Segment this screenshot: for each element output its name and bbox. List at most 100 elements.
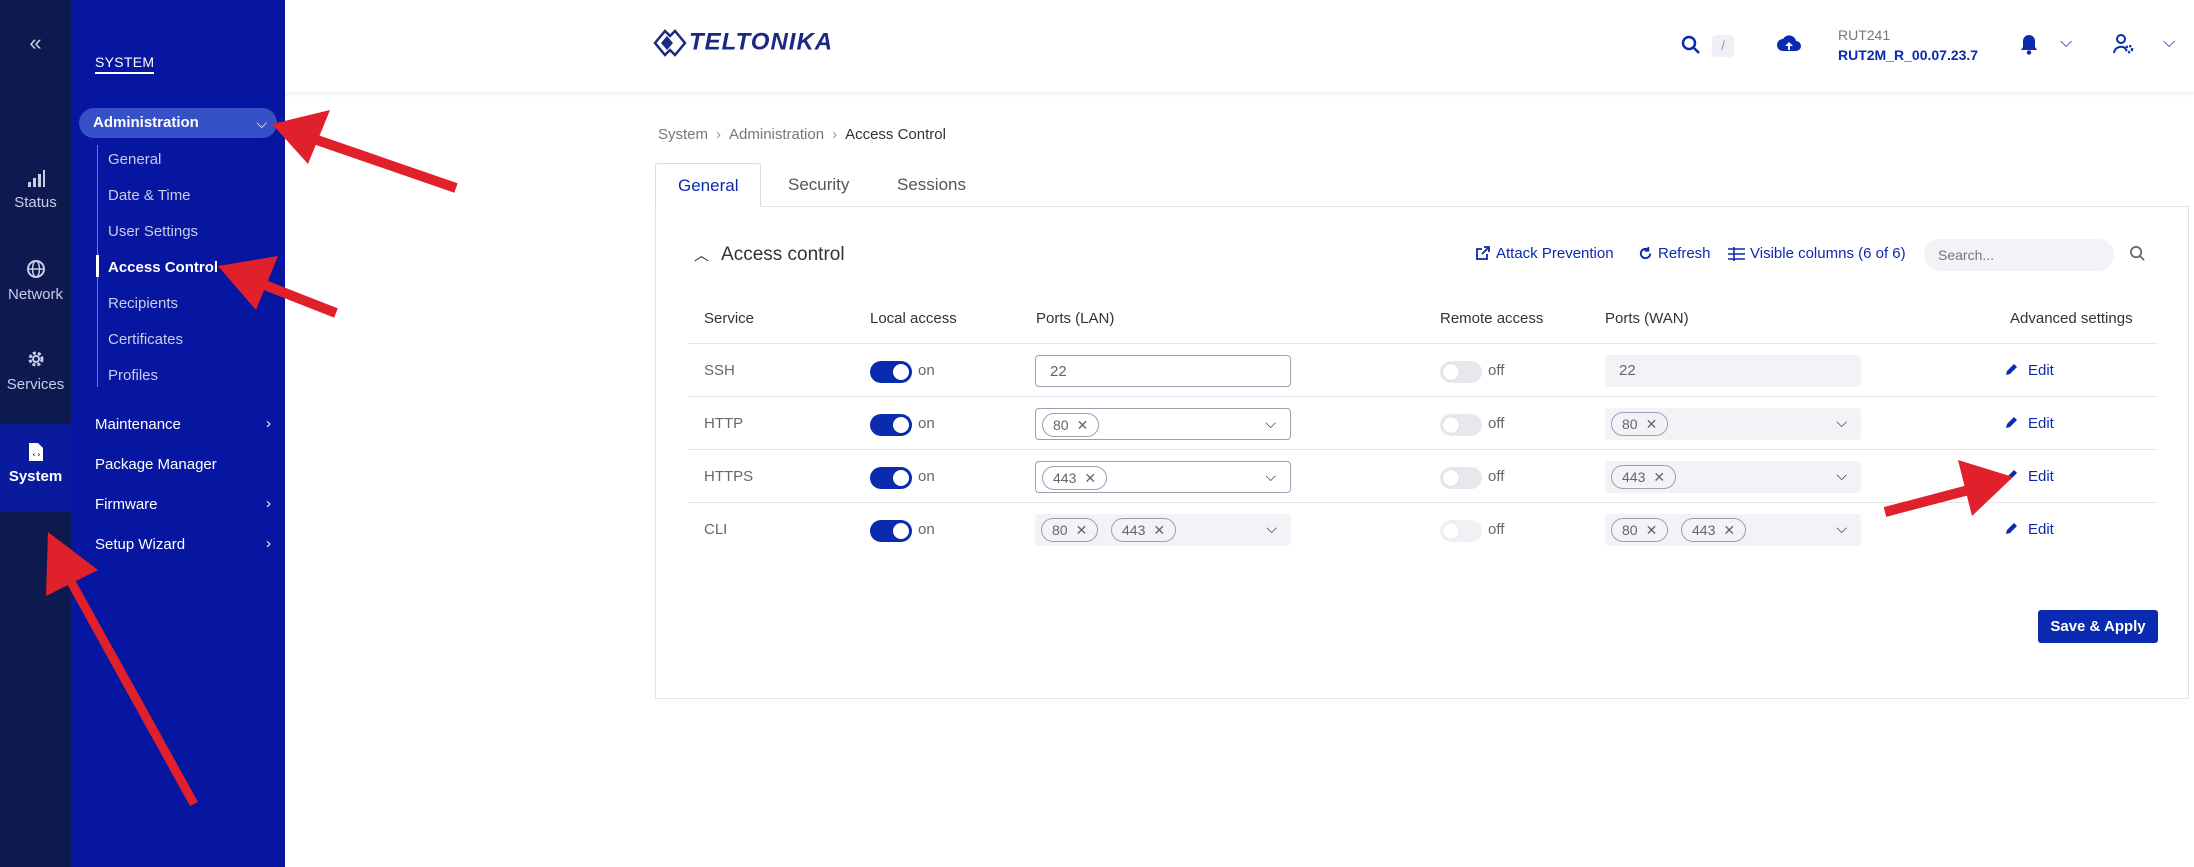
chevron-right-icon: › [266, 535, 271, 552]
close-icon: ✕ [1645, 522, 1658, 538]
sidebar-item-firmware[interactable]: Firmware › [95, 495, 271, 513]
pencil-icon [2006, 470, 2017, 481]
close-icon[interactable]: ✕ [1077, 417, 1089, 433]
tab-general[interactable]: General [655, 163, 762, 207]
local-access-toggle[interactable] [870, 414, 912, 436]
local-access-state: on [918, 521, 935, 538]
attack-prevention-link[interactable]: Attack Prevention [1475, 245, 1614, 262]
chevron-down-icon[interactable]: ⌵ [2060, 34, 2072, 52]
sidebar-item-label: Package Manager [95, 456, 217, 473]
chevron-down-icon[interactable]: ⌵ [2163, 34, 2175, 52]
edit-label: Edit [2028, 415, 2054, 432]
gear-icon [28, 351, 43, 367]
sidebar-item-label: Firmware [95, 496, 158, 513]
icon-rail: « Status Network Services ‹› System [0, 0, 71, 867]
sidebar-group-label: Administration [93, 114, 199, 131]
port-chip: 80 ✕ [1611, 412, 1669, 436]
chip-value: 443 [1692, 522, 1716, 538]
close-icon: ✕ [1645, 416, 1658, 432]
local-access-toggle[interactable] [870, 467, 912, 489]
lan-port-select[interactable]: 80 ✕ ⌵ [1035, 408, 1291, 440]
sidebar-item-recipients[interactable]: Recipients [108, 295, 178, 312]
edit-button[interactable]: Edit [2004, 468, 2054, 485]
teltonika-logo[interactable]: TELTONIKA [653, 28, 833, 58]
wan-port-select: 80 ✕ 443 ✕ ⌵ [1605, 514, 1861, 546]
refresh-label: Refresh [1658, 245, 1711, 262]
port-chip: 443 ✕ [1042, 466, 1108, 490]
search-shortcut-key: / [1712, 35, 1734, 57]
edit-button[interactable]: Edit [2004, 415, 2054, 432]
search-icon[interactable] [2129, 245, 2146, 262]
globe-icon [26, 260, 45, 278]
active-indicator [96, 255, 99, 277]
remote-access-toggle[interactable] [1440, 414, 1482, 436]
chevron-down-icon[interactable]: ⌵ [1265, 415, 1276, 432]
chip-value: 443 [1053, 470, 1077, 486]
sidebar-item-access-control[interactable]: Access Control [108, 259, 218, 276]
sidebar-item-package-manager[interactable]: Package Manager [95, 456, 271, 473]
sidebar-group-administration[interactable]: Administration ⌵ [79, 108, 277, 138]
breadcrumb-administration[interactable]: Administration [729, 126, 824, 143]
visible-columns-button[interactable]: Visible columns (6 of 6) [1728, 245, 1906, 262]
edit-label: Edit [2028, 468, 2054, 485]
column-header-service: Service [704, 310, 755, 327]
rail-label-system: System [8, 468, 63, 485]
refresh-button[interactable]: Refresh [1638, 245, 1711, 262]
chip-value: 80 [1622, 416, 1638, 432]
chip-value: 80 [1622, 522, 1638, 538]
chip-value: 80 [1052, 522, 1068, 538]
local-access-toggle[interactable] [870, 361, 912, 383]
edit-button[interactable]: Edit [2004, 521, 2054, 538]
sidebar-item-certificates[interactable]: Certificates [108, 331, 183, 348]
row-divider [688, 502, 2158, 503]
service-name: HTTPS [704, 468, 754, 485]
table-search-input[interactable] [1924, 239, 2114, 271]
lan-port-select[interactable]: 443 ✕ ⌵ [1035, 461, 1291, 493]
sidebar-item-date-time[interactable]: Date & Time [108, 187, 191, 204]
rail-item-network[interactable]: Network [0, 258, 71, 346]
local-access-toggle[interactable] [870, 520, 912, 542]
columns-icon [1728, 247, 1745, 261]
service-name: HTTP [704, 415, 744, 432]
bell-icon[interactable] [2019, 33, 2039, 55]
rail-item-status[interactable]: Status [0, 168, 71, 256]
rail-item-system[interactable]: ‹› System [0, 424, 71, 512]
chevron-down-icon[interactable]: ⌵ [1265, 468, 1276, 485]
chevron-right-icon: › [716, 126, 722, 143]
close-icon[interactable]: ✕ [1084, 470, 1096, 486]
edit-label: Edit [2028, 521, 2054, 538]
collapse-sidebar-icon[interactable]: « [0, 30, 71, 56]
remote-access-state: off [1488, 468, 1505, 485]
rail-label-status: Status [14, 194, 57, 211]
sidebar-item-user-settings[interactable]: User Settings [108, 223, 198, 240]
lan-port-input[interactable]: 22 [1035, 355, 1291, 387]
chevron-right-icon: › [832, 126, 838, 143]
remote-access-toggle[interactable] [1440, 467, 1482, 489]
wan-port-select: 443 ✕ ⌵ [1605, 461, 1861, 493]
pencil-icon [2006, 523, 2017, 534]
sidebar-item-profiles[interactable]: Profiles [108, 367, 158, 384]
card-header[interactable]: ︿ Access control [694, 244, 845, 266]
sidebar-item-maintenance[interactable]: Maintenance › [95, 415, 271, 433]
breadcrumb: System › Administration › Access Control [658, 126, 946, 143]
breadcrumb-system[interactable]: System [658, 126, 708, 143]
edit-button[interactable]: Edit [2004, 362, 2054, 379]
user-settings-icon[interactable] [2112, 33, 2136, 55]
sidebar-item-setup-wizard[interactable]: Setup Wizard › [95, 535, 271, 553]
wan-port-value: 22 [1619, 362, 1636, 379]
device-model: RUT241 [1838, 27, 1891, 43]
sidebar-item-general[interactable]: General [108, 151, 161, 168]
local-access-state: on [918, 468, 935, 485]
tab-security[interactable]: Security [788, 163, 849, 207]
firmware-version[interactable]: RUT2M_R_00.07.23.7 [1838, 47, 1978, 63]
remote-access-toggle[interactable] [1440, 361, 1482, 383]
save-apply-button[interactable]: Save & Apply [2038, 610, 2158, 643]
rail-item-services[interactable]: Services [0, 348, 71, 436]
cloud-upload-icon[interactable] [1776, 33, 1802, 55]
chip-value: 80 [1053, 417, 1069, 433]
column-header-advanced-settings: Advanced settings [2010, 310, 2133, 327]
card-title: Access control [721, 244, 845, 265]
pencil-icon [2006, 417, 2017, 428]
tab-sessions[interactable]: Sessions [897, 163, 966, 207]
search-icon[interactable] [1680, 34, 1702, 56]
